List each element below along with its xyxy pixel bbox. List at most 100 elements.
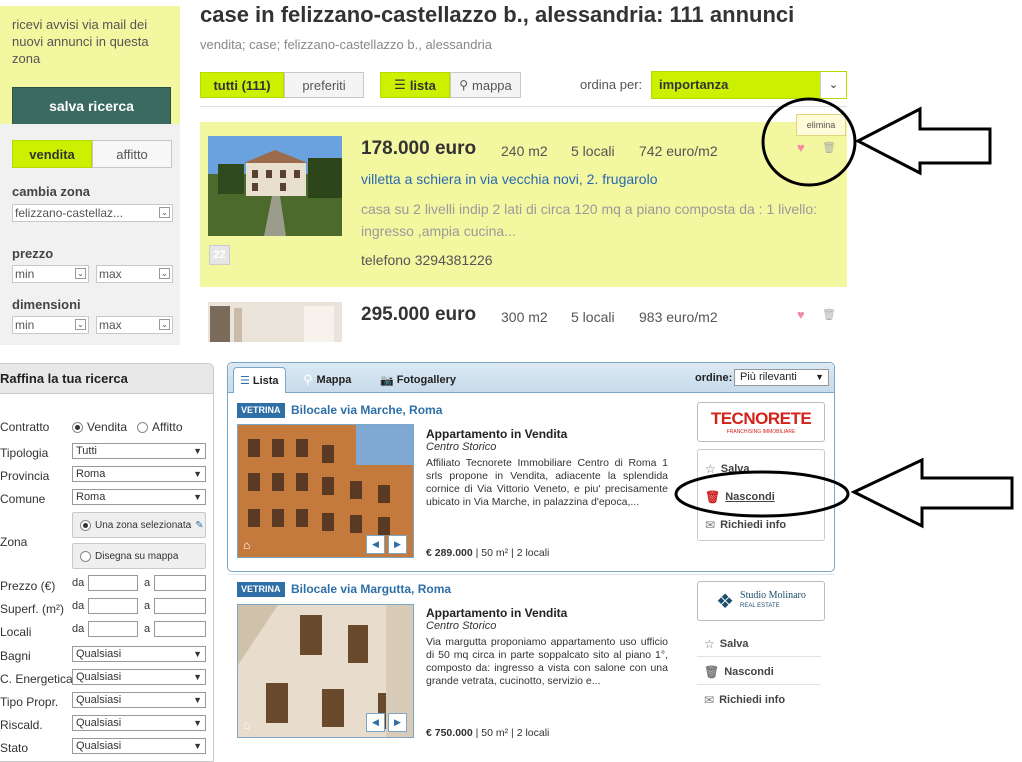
price-max-value: max bbox=[99, 267, 122, 281]
riscald-value: Qualsiasi bbox=[76, 717, 122, 729]
bagni-select[interactable]: Qualsiasi ▼ bbox=[72, 646, 206, 662]
riscald-label: Riscald. bbox=[0, 718, 43, 732]
superf-max-input[interactable] bbox=[154, 598, 206, 614]
prezzo-max-input[interactable] bbox=[154, 575, 206, 591]
agency-logo-tecnorete[interactable]: TECNORETE FRANCHISING IMMOBILIARE bbox=[697, 402, 825, 442]
radio-affitto[interactable] bbox=[137, 421, 149, 433]
prezzo-a-label: a bbox=[144, 577, 151, 589]
zone-selected-button[interactable]: Una zona selezionata ✎ bbox=[72, 512, 206, 538]
vetrina-badge: VETRINA bbox=[237, 582, 285, 597]
tipologia-select[interactable]: Tutti ▼ bbox=[72, 443, 206, 459]
listing-photo[interactable] bbox=[208, 302, 342, 342]
affitto-toggle[interactable]: affitto bbox=[92, 140, 172, 168]
result-title-link[interactable]: Bilocale via Marche, Roma bbox=[291, 403, 442, 417]
radio-vendita[interactable] bbox=[72, 421, 83, 433]
provincia-select[interactable]: Roma ▼ bbox=[72, 466, 206, 482]
pencil-icon: ✎ bbox=[195, 519, 204, 531]
room-photo bbox=[208, 302, 342, 342]
camera-icon: 📷 bbox=[380, 374, 394, 387]
dropdown-arrow-icon: ▼ bbox=[193, 695, 202, 705]
tab-mappa[interactable]: ⚲ Mappa bbox=[303, 367, 351, 393]
comune-select[interactable]: Roma ▼ bbox=[72, 489, 206, 505]
save-search-button[interactable]: salva ricerca bbox=[12, 87, 171, 125]
size-min-select[interactable]: min ⌄ bbox=[12, 316, 89, 334]
result-photo[interactable]: ⌂ ◀ ▶ bbox=[237, 424, 414, 558]
listing-photo[interactable] bbox=[208, 136, 342, 236]
tab-all[interactable]: tutti (111) bbox=[200, 72, 284, 98]
page-title: case in felizzano-castellazzo b., alessa… bbox=[200, 2, 795, 27]
order-select[interactable]: Più rilevanti ▼ bbox=[734, 369, 829, 386]
tab-fotogallery[interactable]: 📷 Fotogallery bbox=[380, 367, 456, 393]
save-action[interactable]: ☆ Salva bbox=[704, 637, 749, 651]
tab-lista[interactable]: ☰ Lista bbox=[233, 367, 286, 393]
agency-tagline: REAL ESTATE bbox=[740, 603, 780, 609]
locali-min-input[interactable] bbox=[88, 621, 138, 637]
energetica-select[interactable]: Qualsiasi ▼ bbox=[72, 669, 206, 685]
photo-count-badge[interactable]: 22 bbox=[209, 245, 230, 265]
size-label: dimensioni bbox=[12, 297, 81, 312]
vetrina-badge: VETRINA bbox=[237, 403, 285, 418]
tipologia-label: Tipologia bbox=[0, 446, 49, 460]
divider bbox=[200, 106, 847, 107]
draw-on-map-button[interactable]: Disegna su mappa bbox=[72, 543, 206, 569]
contratto-label: Contratto bbox=[0, 420, 50, 434]
result-heading: Appartamento in Vendita bbox=[426, 606, 568, 620]
home-icon: ⌂ bbox=[243, 718, 251, 732]
prev-arrow-icon[interactable]: ◀ bbox=[366, 713, 385, 732]
tab-fotogallery-label: Fotogallery bbox=[396, 374, 456, 386]
chevron-down-icon: ⌄ bbox=[159, 319, 170, 330]
email-alert-text: ricevi avvisi via mail dei nuovi annunci… bbox=[12, 17, 149, 66]
tab-map-label: mappa bbox=[472, 77, 512, 93]
result-area: 50 m² bbox=[481, 547, 509, 559]
superf-min-input[interactable] bbox=[88, 598, 138, 614]
sort-select[interactable]: importanza ⌄ bbox=[651, 71, 847, 99]
sort-label: ordina per: bbox=[580, 77, 643, 92]
superf-da-label: da bbox=[72, 600, 85, 612]
riscald-select[interactable]: Qualsiasi ▼ bbox=[72, 715, 206, 731]
dropdown-arrow-icon: ▼ bbox=[193, 718, 202, 728]
next-arrow-icon[interactable]: ▶ bbox=[388, 535, 407, 554]
listing-price: 178.000 euro bbox=[361, 138, 477, 159]
photo-nav: ◀ ▶ bbox=[366, 535, 407, 554]
listing-rooms: 5 locali bbox=[571, 143, 615, 159]
agency-logo-molinaro[interactable]: ❖ Studio Molinaro REAL ESTATE bbox=[697, 581, 825, 621]
bottom-screenshot: Raffina la tua ricerca Contratto Vendita… bbox=[0, 358, 1022, 762]
tab-favorites[interactable]: preferiti bbox=[284, 72, 364, 98]
result-title-link[interactable]: Bilocale via Margutta, Roma bbox=[291, 582, 451, 596]
listing-title-link[interactable]: villetta a schiera in via vecchia novi, … bbox=[361, 171, 657, 187]
tipo-propr-label: Tipo Propr. bbox=[0, 695, 59, 709]
stato-value: Qualsiasi bbox=[76, 740, 122, 752]
order-value: Più rilevanti bbox=[740, 371, 797, 383]
request-info-action[interactable]: ✉ Richiedi info bbox=[704, 693, 785, 707]
hide-action[interactable]: 🗑 Nascondi bbox=[704, 665, 774, 679]
result-photo[interactable]: ⌂ ◀ ▶ bbox=[237, 604, 414, 738]
radio-vendita-label: Vendita bbox=[87, 420, 128, 434]
locali-max-input[interactable] bbox=[154, 621, 206, 637]
dropdown-arrow-icon: ▼ bbox=[193, 672, 202, 682]
radio-zone bbox=[80, 519, 91, 531]
heart-icon[interactable]: ♥ bbox=[797, 307, 805, 322]
vendita-toggle[interactable]: vendita bbox=[12, 140, 92, 168]
size-max-select[interactable]: max ⌄ bbox=[96, 316, 173, 334]
tab-list-label: lista bbox=[409, 77, 436, 93]
next-arrow-icon[interactable]: ▶ bbox=[388, 713, 407, 732]
zone-select[interactable]: felizzano-castellaz... ⌄ bbox=[12, 204, 173, 222]
trash-icon[interactable]: 🗑 bbox=[822, 308, 836, 321]
prev-arrow-icon[interactable]: ◀ bbox=[366, 535, 385, 554]
tab-list[interactable]: ☰ lista bbox=[380, 72, 450, 98]
price-label: prezzo bbox=[12, 246, 54, 261]
result-description: Via margutta proponiamo appartamento uso… bbox=[426, 636, 668, 687]
listing-area: 300 m2 bbox=[501, 309, 548, 325]
top-screenshot: ricevi avvisi via mail dei nuovi annunci… bbox=[0, 0, 1022, 345]
stato-select[interactable]: Qualsiasi ▼ bbox=[72, 738, 206, 754]
tab-map[interactable]: ⚲ mappa bbox=[450, 72, 521, 98]
result-footer: € 289.000 | 50 m² | 2 locali bbox=[426, 547, 550, 559]
prezzo-label: Prezzo (€) bbox=[0, 579, 56, 593]
prezzo-min-input[interactable] bbox=[88, 575, 138, 591]
photo-nav: ◀ ▶ bbox=[366, 713, 407, 732]
price-max-select[interactable]: max ⌄ bbox=[96, 265, 173, 283]
tipo-propr-select[interactable]: Qualsiasi ▼ bbox=[72, 692, 206, 708]
listing-card-highlighted[interactable]: 22 178.000 euro 240 m2 5 locali 742 euro… bbox=[200, 122, 847, 287]
price-min-select[interactable]: min ⌄ bbox=[12, 265, 89, 283]
hide-action-label: Nascondi bbox=[724, 666, 774, 678]
